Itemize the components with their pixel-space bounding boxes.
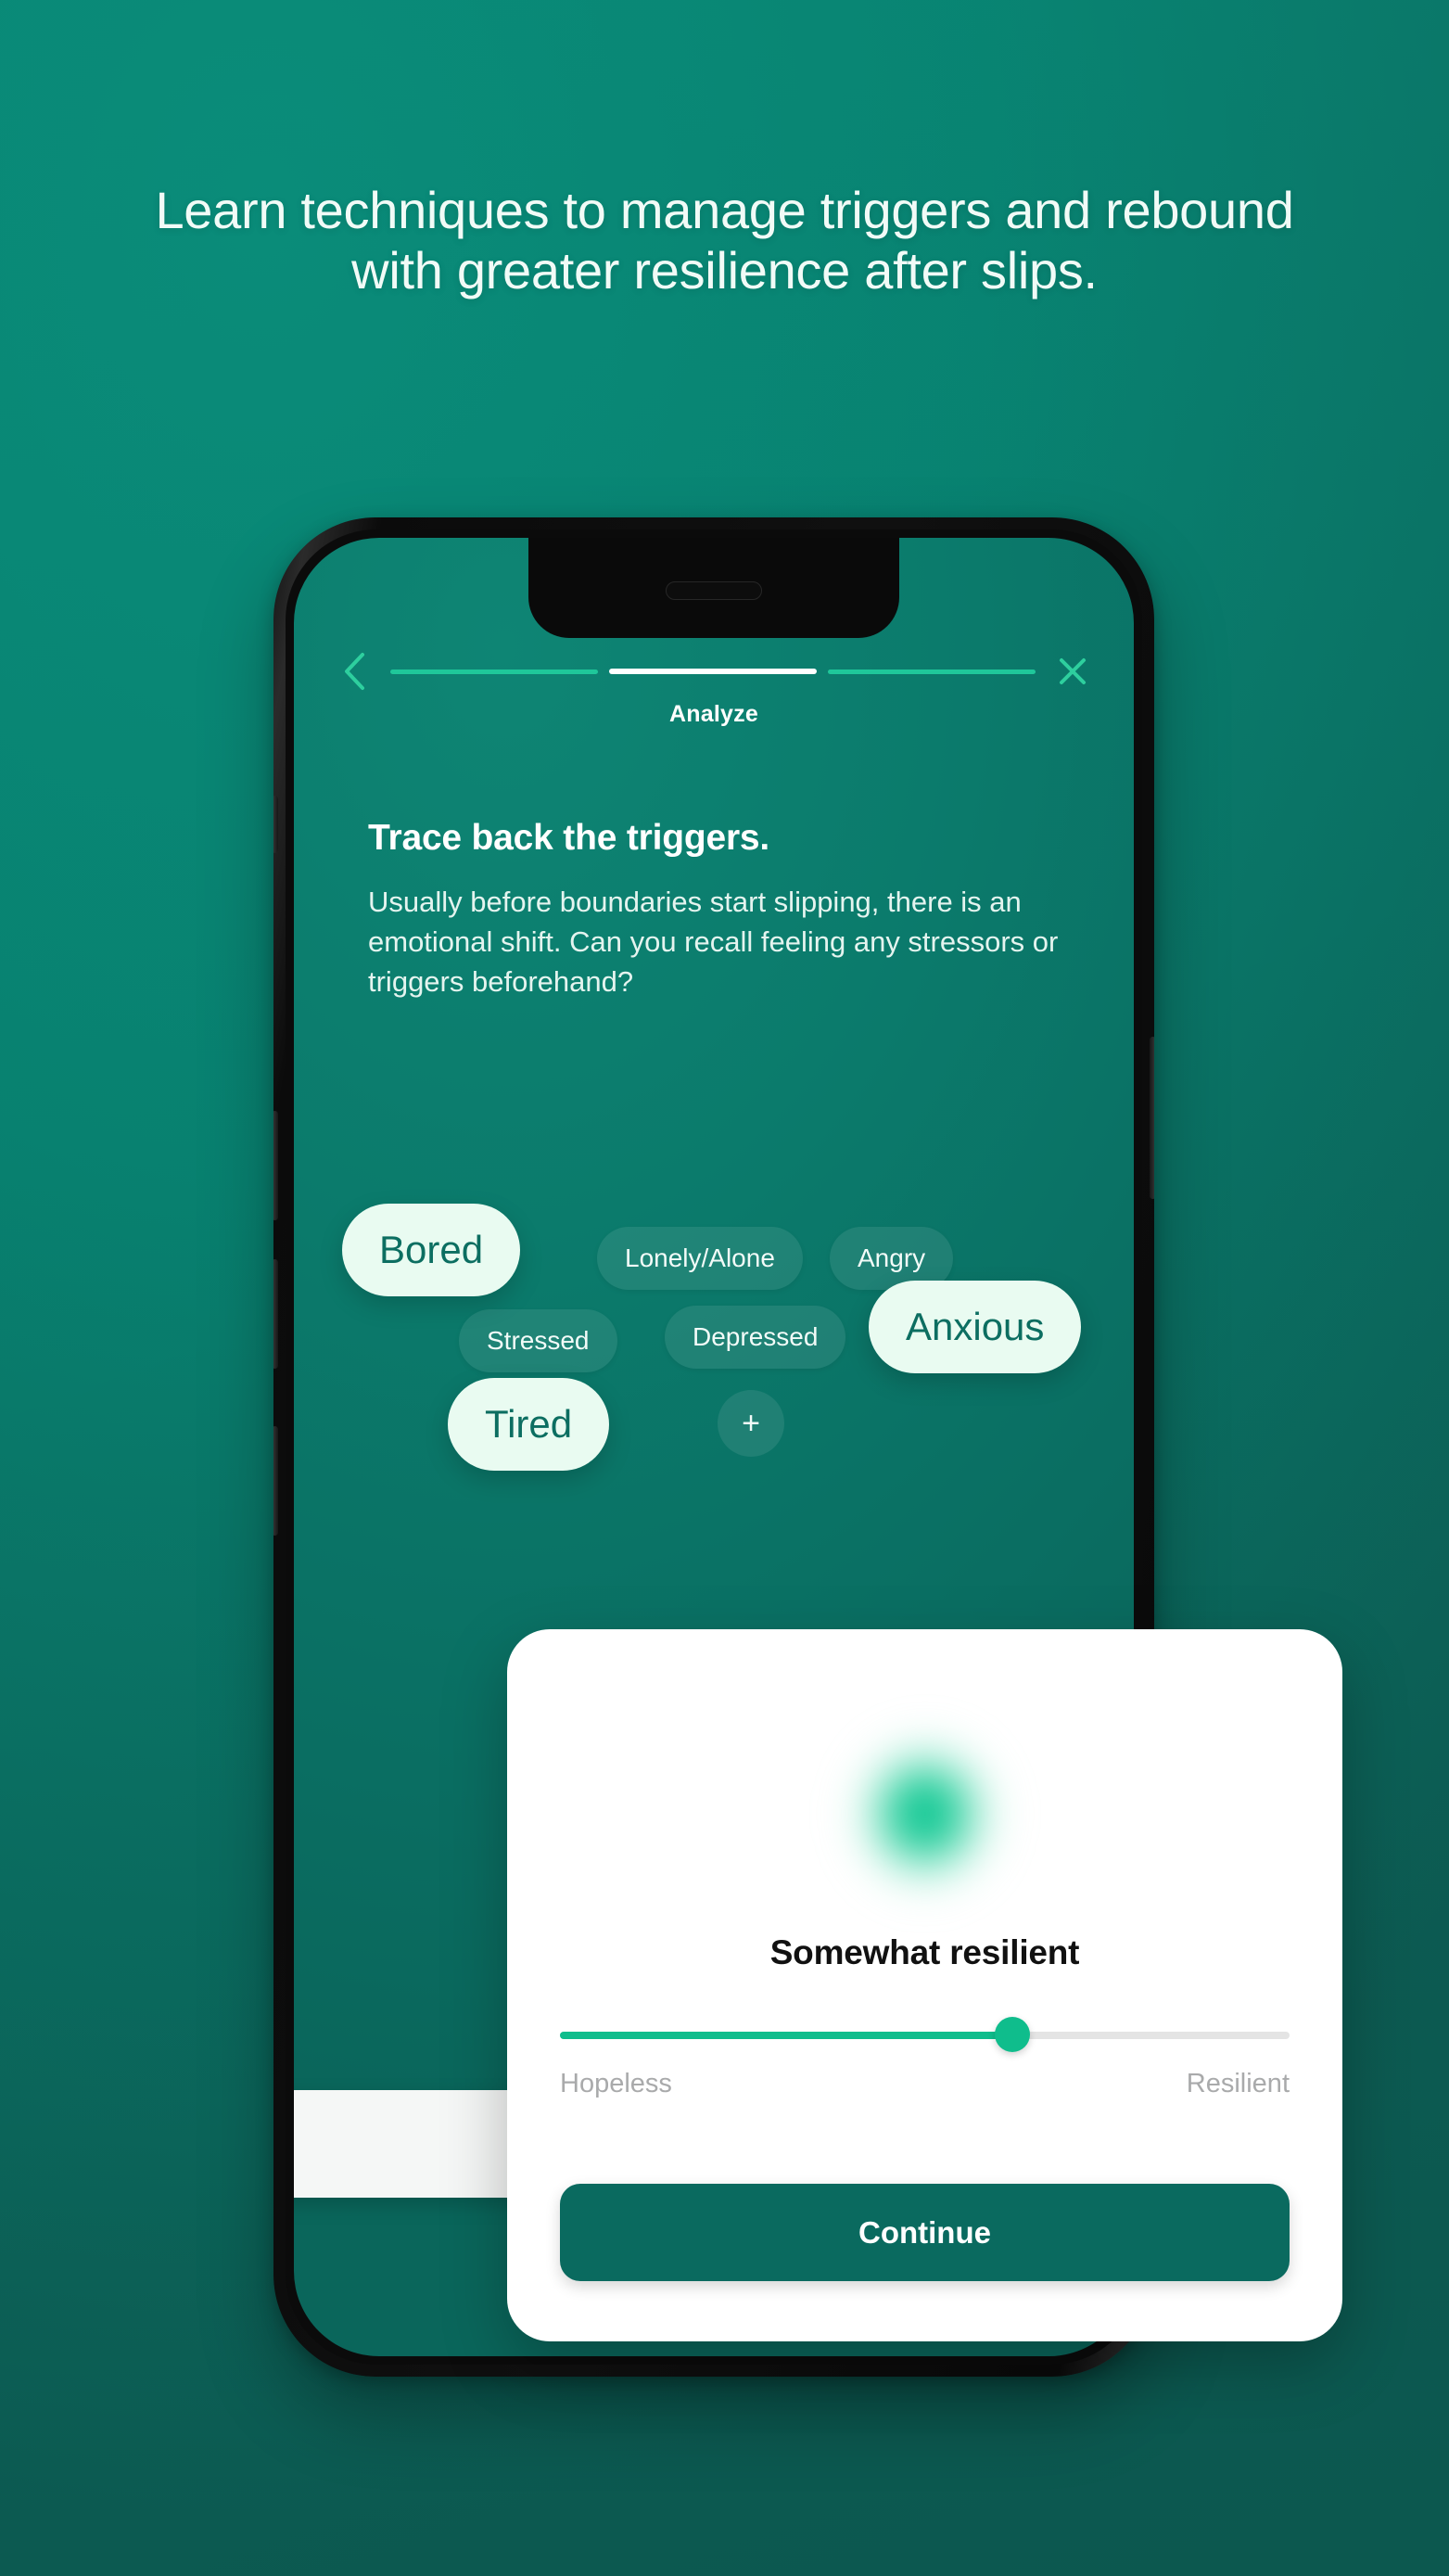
chip-stressed[interactable]: Stressed: [459, 1309, 617, 1372]
slider-fill: [560, 2032, 1012, 2039]
headline-text: Learn techniques to manage triggers and …: [155, 181, 1294, 300]
progress-segment-1: [390, 669, 598, 674]
app-header: [294, 651, 1134, 692]
chip-bored[interactable]: Bored: [342, 1204, 521, 1296]
trigger-chip-group: Bored Lonely/Alone Angry Stressed Depres…: [294, 1196, 1134, 1632]
phone-side-button-volume-down: [273, 1259, 278, 1369]
resilience-rating-card: Somewhat resilient Hopeless Resilient Co…: [507, 1629, 1342, 2341]
obscured-secondary-button[interactable]: [294, 2090, 533, 2198]
question-title: Trace back the triggers.: [368, 818, 770, 858]
chip-depressed[interactable]: Depressed: [665, 1306, 846, 1369]
close-x-icon[interactable]: [1050, 649, 1095, 694]
progress-bar: [375, 669, 1050, 674]
phone-side-button-volume-up: [273, 1111, 278, 1220]
phone-side-button-mute: [273, 796, 278, 853]
chip-lonely-alone[interactable]: Lonely/Alone: [597, 1227, 803, 1290]
phone-side-button-extra: [273, 1426, 278, 1536]
phone-side-button-power: [1150, 1037, 1154, 1199]
resilience-level-label: Somewhat resilient: [769, 1933, 1080, 1971]
question-body: Usually before boundaries start slipping…: [368, 886, 1059, 998]
chip-tired[interactable]: Tired: [448, 1378, 610, 1471]
step-title: Analyze: [669, 701, 758, 727]
slider-thumb[interactable]: [994, 2017, 1030, 2052]
slider-labels: Hopeless Resilient: [560, 2069, 1290, 2099]
resilience-slider[interactable]: [560, 2017, 1290, 2052]
progress-segment-2: [609, 669, 817, 674]
chip-anxious[interactable]: Anxious: [869, 1281, 1082, 1373]
add-trigger-button[interactable]: +: [718, 1390, 784, 1457]
continue-button[interactable]: Continue: [560, 2184, 1290, 2281]
earpiece-speaker: [666, 581, 762, 600]
slider-max-label: Resilient: [1186, 2069, 1290, 2098]
phone-notch: [528, 538, 899, 638]
glowing-orb-icon: [841, 1726, 1009, 1902]
progress-segment-3: [828, 669, 1036, 674]
slider-min-label: Hopeless: [560, 2069, 672, 2098]
chevron-left-icon[interactable]: [333, 650, 375, 693]
